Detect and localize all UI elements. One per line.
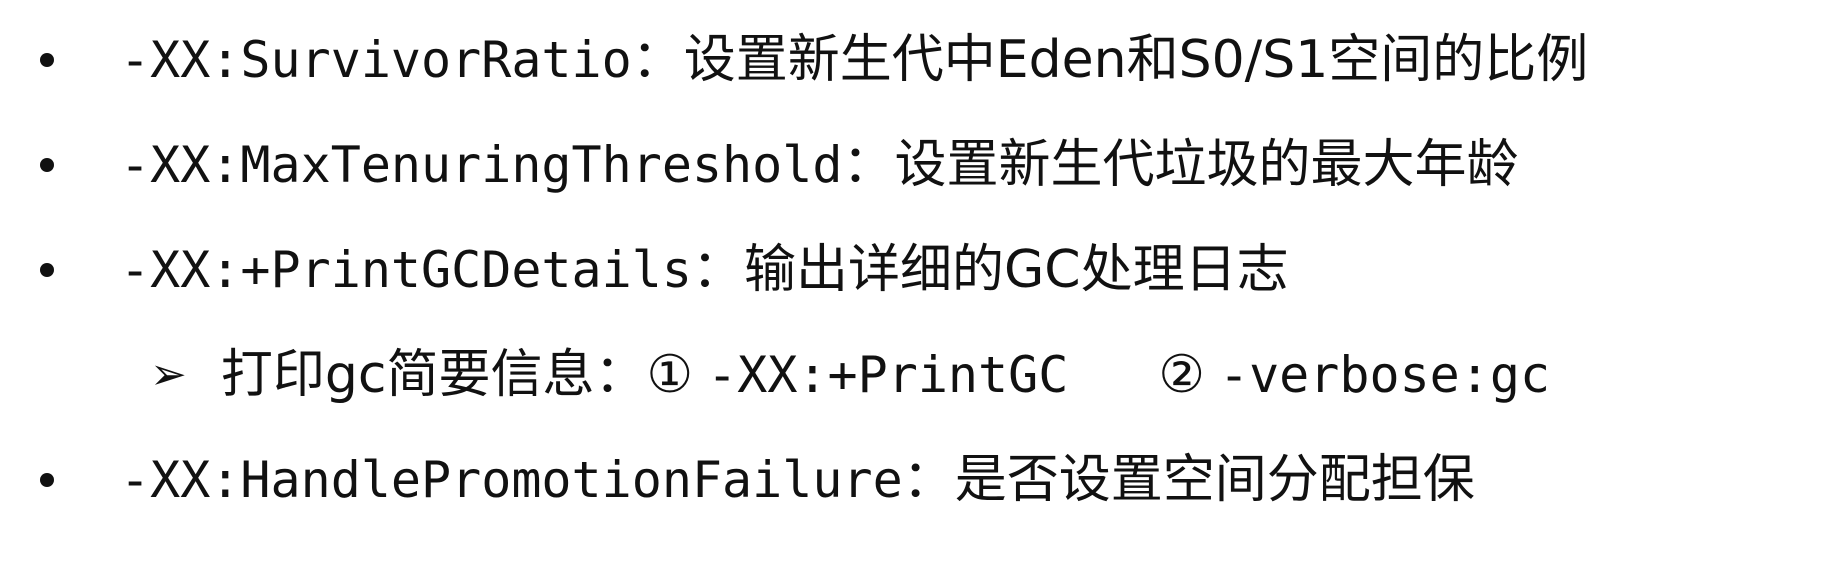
option-separator: ： bbox=[902, 450, 955, 510]
option-name: -XX:SurvivorRatio bbox=[120, 31, 632, 89]
sub-item-print-gc-brief: ➢ 打印gc简要信息： ① -XX:+PrintGC ② -verbose:gc bbox=[0, 340, 1550, 410]
sub-item-label: 打印gc简要信息： bbox=[220, 345, 647, 405]
option-description: 设置新生代垃圾的最大年龄 bbox=[894, 135, 1519, 195]
option-description: 设置新生代中Eden和S0/S1空间的比例 bbox=[683, 30, 1589, 90]
option-separator: ： bbox=[691, 240, 744, 300]
bullet-item-max-tenuring-threshold: -XX:MaxTenuringThreshold ： 设置新生代垃圾的最大年龄 bbox=[0, 130, 1519, 200]
circled-number-two: ② bbox=[1158, 345, 1205, 405]
circled-number-one: ① bbox=[646, 345, 694, 405]
bullet-item-survivor-ratio: -XX:SurvivorRatio ： 设置新生代中Eden和S0/S1空间的比… bbox=[0, 25, 1588, 95]
option-name: -XX:HandlePromotionFailure bbox=[120, 451, 903, 509]
option-description: 是否设置空间分配担保 bbox=[954, 450, 1475, 510]
bullet-dot-icon bbox=[40, 263, 54, 277]
bullet-item-handle-promotion-failure: -XX:HandlePromotionFailure ： 是否设置空间分配担保 bbox=[0, 445, 1475, 515]
option-description: 输出详细的GC处理日志 bbox=[743, 240, 1289, 300]
bullet-dot-icon bbox=[40, 158, 54, 172]
sub-option-print-gc: -XX:+PrintGC bbox=[707, 346, 1069, 404]
option-separator: ： bbox=[842, 135, 895, 195]
bullet-dot-icon bbox=[40, 53, 54, 67]
option-name: -XX:+PrintGCDetails bbox=[120, 241, 692, 299]
bullet-dot-icon bbox=[40, 473, 54, 487]
slide: -XX:SurvivorRatio ： 设置新生代中Eden和S0/S1空间的比… bbox=[0, 0, 1840, 574]
arrow-bullet-icon: ➢ bbox=[150, 349, 187, 400]
option-name: -XX:MaxTenuringThreshold bbox=[120, 136, 843, 194]
sub-option-verbose-gc: -verbose:gc bbox=[1218, 346, 1551, 404]
option-separator: ： bbox=[631, 30, 684, 90]
bullet-item-print-gc-details: -XX:+PrintGCDetails ： 输出详细的GC处理日志 bbox=[0, 235, 1289, 305]
